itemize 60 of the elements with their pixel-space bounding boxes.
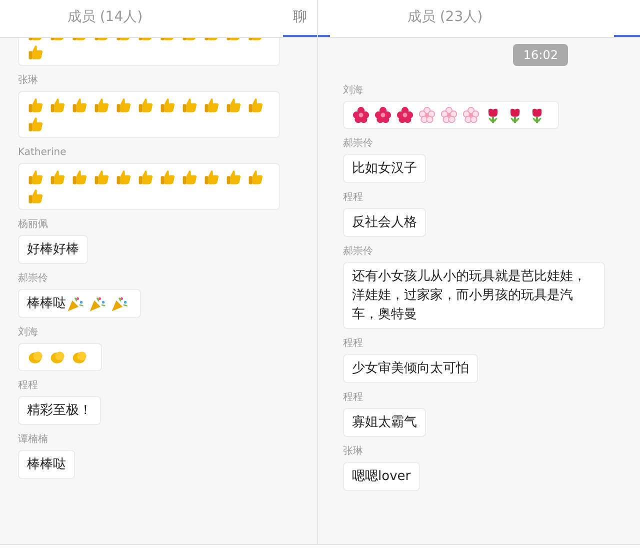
thumbs-up-icon [71,168,89,186]
sender-name: 张琳 [343,446,363,458]
sender-name: 郝崇伶 [343,246,373,258]
thumbs-up-icon [247,168,265,186]
sender-name: 程程 [343,392,363,404]
message-text: 精彩至极！ [27,402,92,420]
sender-name: 刘海 [18,327,38,339]
tab[interactable]: 成员 (14人) [0,0,210,37]
thumbs-up-icon [115,168,133,186]
thumbs-up-icon [115,96,133,114]
sender-name: 程程 [18,380,38,392]
thumbs-up-icon [203,96,221,114]
thumbs-up-icon [27,115,45,133]
thumbs-up-icon [137,96,155,114]
thumbs-up-icon [225,96,243,114]
thumbs-up-icon [181,96,199,114]
message-text: 棒棒哒 [27,295,66,313]
thumbs-up-icon [181,168,199,186]
message-text: 嗯嗯lover [352,468,411,486]
flower-icon [374,106,392,124]
thumbs-up-icon [49,96,67,114]
thumbs-up-icon [27,168,45,186]
sender-name: 张琳 [18,75,38,87]
thumbs-up-icon [247,96,265,114]
party-popper-icon [88,294,106,312]
sender-name: 杨丽佩 [18,219,48,231]
message-text: 反社会人格 [352,214,417,232]
thumbs-up-icon [225,168,243,186]
flower-icon [352,106,370,124]
party-popper-icon [66,294,84,312]
message-text: 少女审美倾向太可怕 [352,360,469,378]
message-text: 还有小女孩儿从小的玩具就是芭比娃娃，洋娃娃，过家家，而小男孩的玩具是汽车，奥特曼 [352,268,587,324]
thumbs-up-icon [27,43,45,61]
sender-name: 郝崇伶 [343,138,373,150]
flower-icon [396,106,414,124]
thumbs-up-icon [159,96,177,114]
sender-name: 郝崇伶 [18,273,48,285]
flower-outline-icon [418,106,436,124]
thumbs-up-icon [93,168,111,186]
thumbs-up-icon [71,96,89,114]
thumbs-up-icon [49,168,67,186]
message-text: 好棒好棒 [27,241,79,259]
sender-name: 谭楠楠 [18,434,48,446]
message-text: 比如女汉子 [352,160,417,178]
sender-name: 程程 [343,338,363,350]
timestamp: 16:02 [513,44,568,66]
sender-name: 程程 [343,192,363,204]
party-popper-icon [110,294,128,312]
message-text: 寡姐太霸气 [352,414,417,432]
thumbs-up-icon [93,96,111,114]
thumbs-up-icon [159,168,177,186]
thumbs-up-icon [203,168,221,186]
sender-name: Katherine [18,147,66,159]
thumbs-up-icon [27,187,45,205]
thumbs-up-icon [137,168,155,186]
thumbs-up-icon [27,96,45,114]
sender-name: 刘海 [343,85,363,97]
flower-outline-icon [440,106,458,124]
message-text: 棒棒哒 [27,456,66,474]
flower-outline-icon [462,106,480,124]
